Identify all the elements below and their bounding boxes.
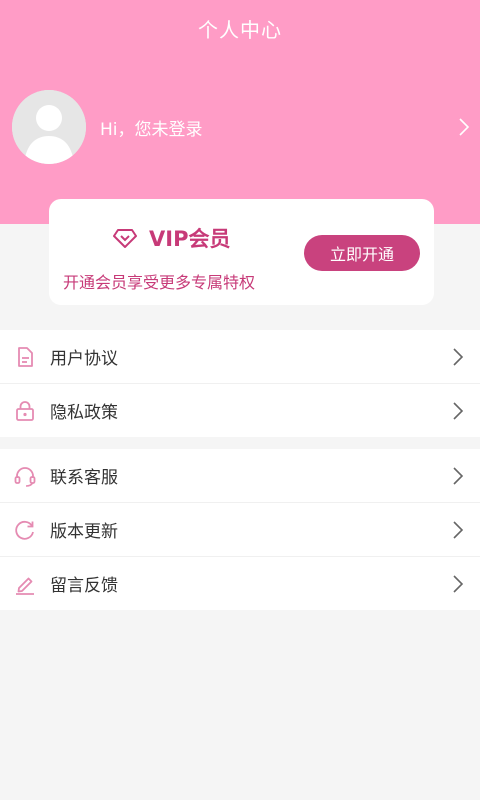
pencil-icon [16, 577, 34, 595]
menu-group-support: 联系客服 版本更新 留言反馈 [0, 449, 480, 610]
menu-item-label: 用户协议 [50, 349, 118, 369]
vip-title: VIP会员 [149, 227, 231, 251]
open-vip-button[interactable]: 立即开通 [304, 235, 420, 271]
refresh-icon [15, 520, 34, 540]
headset-icon [14, 466, 36, 487]
vip-subtitle: 开通会员享受更多专属特权 [63, 273, 256, 292]
chevron-right-icon [453, 347, 464, 366]
page-title: 个人中心 [198, 18, 282, 42]
vip-title-row: VIP会员 [113, 223, 230, 253]
menu-item-version-update[interactable]: 版本更新 [0, 503, 480, 557]
profile-login-row[interactable]: Hi，您未登录 [12, 90, 470, 164]
menu-item-label: 留言反馈 [50, 576, 118, 596]
menu-item-label: 版本更新 [50, 522, 118, 542]
menu-item-label: 联系客服 [50, 468, 118, 488]
chevron-right-icon [453, 520, 464, 539]
avatar[interactable] [12, 90, 86, 164]
vip-card: VIP会员 开通会员享受更多专属特权 立即开通 [49, 199, 434, 305]
chevron-right-icon [453, 401, 464, 420]
menu-item-user-agreement[interactable]: 用户协议 [0, 330, 480, 384]
diamond-icon [113, 229, 137, 248]
screen: 个人中心 Hi，您未登录 VIP会员 开通会员享受更多专属特权 立即开通 用户协… [0, 0, 480, 800]
menu-group-agreements: 用户协议 隐私政策 [0, 330, 480, 437]
chevron-right-icon [453, 574, 464, 593]
menu-item-feedback[interactable]: 留言反馈 [0, 557, 480, 610]
default-avatar-icon [12, 90, 86, 164]
chevron-right-icon [453, 466, 464, 485]
menu-item-privacy-policy[interactable]: 隐私政策 [0, 384, 480, 437]
menu-item-contact-service[interactable]: 联系客服 [0, 449, 480, 503]
document-icon [18, 346, 33, 367]
login-prompt[interactable]: Hi，您未登录 [100, 115, 458, 140]
menu-item-label: 隐私政策 [50, 403, 118, 423]
chevron-right-icon [459, 118, 470, 136]
lock-icon [16, 400, 34, 421]
